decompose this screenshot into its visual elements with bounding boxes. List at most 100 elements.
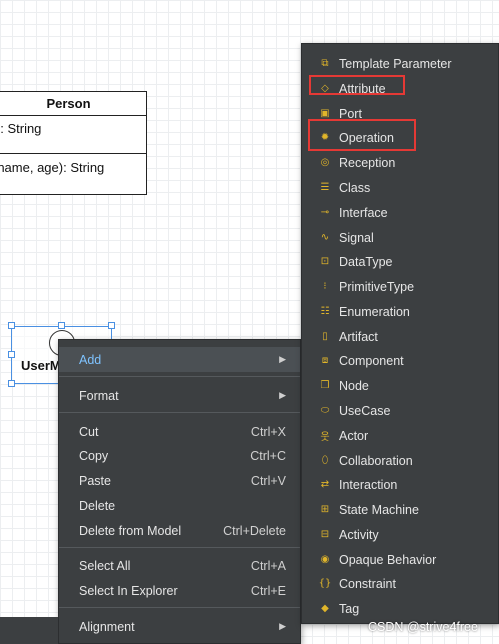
resize-handle-bl[interactable] <box>8 380 15 387</box>
resize-handle-tm[interactable] <box>58 322 65 329</box>
menu-item-label: Format <box>79 388 119 403</box>
submenu-item-label: Reception <box>339 155 396 170</box>
submenu-item-label: Activity <box>339 527 379 542</box>
submenu-item-signal[interactable]: ∿ Signal <box>302 225 498 250</box>
menu-item-delete-from-model[interactable]: Delete from Model Ctrl+Delete <box>59 518 300 543</box>
submenu-item-label: Enumeration <box>339 304 410 319</box>
menu-item-select-in-explorer[interactable]: Select In Explorer Ctrl+E <box>59 578 300 603</box>
submenu-item-label: Node <box>339 378 369 393</box>
submenu-item-collaboration[interactable]: ⬯ Collaboration <box>302 448 498 473</box>
menu-divider <box>59 607 300 608</box>
menu-item-label: Select All <box>79 558 131 573</box>
submenu-item-enumeration[interactable]: ☷ Enumeration <box>302 299 498 324</box>
submenu-item-label: Class <box>339 180 371 195</box>
resize-handle-ml[interactable] <box>8 351 15 358</box>
menu-item-label: Delete <box>79 498 116 513</box>
selected-element-label: UserM <box>21 358 61 373</box>
menu-item-cut[interactable]: Cut Ctrl+X <box>59 419 300 444</box>
watermark: CSDN @strive4free <box>368 620 478 634</box>
person-class-box[interactable]: Person e: String (name, age): String <box>0 91 147 195</box>
interface-icon: ⊸ <box>320 207 330 218</box>
activity-icon: ⊟ <box>320 529 330 540</box>
submenu-item-tag[interactable]: ◆ Tag <box>302 596 498 621</box>
submenu-item-label: Actor <box>339 428 369 443</box>
menu-item-label: Select In Explorer <box>79 583 178 598</box>
submenu-item-artifact[interactable]: ▯ Artifact <box>302 324 498 349</box>
submenu-item-component[interactable]: ⧈ Component <box>302 348 498 373</box>
artifact-icon: ▯ <box>322 331 328 342</box>
component-icon: ⧈ <box>321 355 329 366</box>
menu-item-delete[interactable]: Delete <box>59 493 300 518</box>
menu-item-paste[interactable]: Paste Ctrl+V <box>59 468 300 493</box>
menu-divider <box>59 547 300 548</box>
submenu-arrow-icon: ▶ <box>279 390 286 400</box>
submenu-item-label: Component <box>339 353 404 368</box>
actor-icon: 웃 <box>320 432 330 443</box>
submenu-arrow-icon: ▶ <box>279 354 286 364</box>
constraint-icon: {} <box>318 578 332 589</box>
submenu-item-primitivetype[interactable]: ⁝ PrimitiveType <box>302 274 498 299</box>
class-operations-compartment: (name, age): String <box>0 154 146 175</box>
submenu-item-label: PrimitiveType <box>339 279 415 294</box>
submenu-item-datatype[interactable]: ⊡ DataType <box>302 249 498 274</box>
menu-shortcut: Ctrl+E <box>250 583 286 598</box>
submenu-item-template-parameter[interactable]: ⧉ Template Parameter <box>302 51 498 76</box>
menu-shortcut: Ctrl+Delete <box>223 523 286 538</box>
menu-item-select-all[interactable]: Select All Ctrl+A <box>59 553 300 578</box>
datatype-icon: ⊡ <box>320 256 330 267</box>
submenu-item-label: State Machine <box>339 502 419 517</box>
attribute-text: e: String <box>0 121 42 136</box>
submenu-item-interface[interactable]: ⊸ Interface <box>302 200 498 225</box>
menu-shortcut: Ctrl+C <box>250 448 286 463</box>
context-menu: Add ▶ Format ▶ Cut Ctrl+X Copy Ctrl+C Pa… <box>58 339 301 644</box>
menu-item-label: Add <box>79 352 102 367</box>
port-icon: ▣ <box>320 108 330 119</box>
primitivetype-icon: ⁝ <box>323 281 327 292</box>
submenu-item-label: Collaboration <box>339 453 413 468</box>
submenu-arrow-icon: ▶ <box>279 621 286 631</box>
node-icon: ❒ <box>320 380 330 391</box>
menu-item-format[interactable]: Format ▶ <box>59 383 300 408</box>
class-icon: ☰ <box>320 182 330 193</box>
opaque-behavior-icon: ◉ <box>320 554 330 565</box>
menu-item-add[interactable]: Add ▶ <box>59 347 300 372</box>
submenu-item-interaction[interactable]: ⇄ Interaction <box>302 472 498 497</box>
menu-shortcut: Ctrl+A <box>250 558 286 573</box>
menu-item-label: Paste <box>79 473 111 488</box>
reception-icon: ◎ <box>320 157 330 168</box>
submenu-item-node[interactable]: ❒ Node <box>302 373 498 398</box>
submenu-item-activity[interactable]: ⊟ Activity <box>302 522 498 547</box>
submenu-item-state-machine[interactable]: ⊞ State Machine <box>302 497 498 522</box>
submenu-item-label: Interface <box>339 205 388 220</box>
tag-icon: ◆ <box>321 603 329 614</box>
collaboration-icon: ⬯ <box>321 455 329 466</box>
class-attributes-compartment: e: String <box>0 116 146 154</box>
menu-item-copy[interactable]: Copy Ctrl+C <box>59 443 300 468</box>
submenu-item-reception[interactable]: ◎ Reception <box>302 150 498 175</box>
resize-handle-tr[interactable] <box>108 322 115 329</box>
interaction-icon: ⇄ <box>320 479 330 490</box>
submenu-item-label: Tag <box>339 601 360 616</box>
submenu-item-class[interactable]: ☰ Class <box>302 175 498 200</box>
resize-handle-tl[interactable] <box>8 322 15 329</box>
submenu-item-usecase[interactable]: ⬭ UseCase <box>302 398 498 423</box>
operation-text: (name, age): String <box>0 160 105 175</box>
submenu-item-actor[interactable]: 웃 Actor <box>302 423 498 448</box>
menu-item-label: Copy <box>79 448 109 463</box>
submenu-item-opaque-behavior[interactable]: ◉ Opaque Behavior <box>302 547 498 572</box>
state-machine-icon: ⊞ <box>320 504 330 515</box>
menu-shortcut: Ctrl+X <box>250 424 286 439</box>
class-name: Person <box>0 92 146 116</box>
menu-item-label: Alignment <box>79 619 135 634</box>
submenu-item-constraint[interactable]: {} Constraint <box>302 571 498 596</box>
signal-icon: ∿ <box>320 232 330 243</box>
usecase-icon: ⬭ <box>320 405 330 416</box>
bottom-bar <box>0 617 58 644</box>
submenu-item-label: DataType <box>339 254 393 269</box>
menu-item-alignment[interactable]: Alignment ▶ <box>59 614 300 639</box>
submenu-item-label: UseCase <box>339 403 391 418</box>
operation-highlight-box <box>308 119 416 151</box>
menu-divider <box>59 376 300 377</box>
submenu-item-label: Constraint <box>339 576 396 591</box>
submenu-item-label: Template Parameter <box>339 56 452 71</box>
